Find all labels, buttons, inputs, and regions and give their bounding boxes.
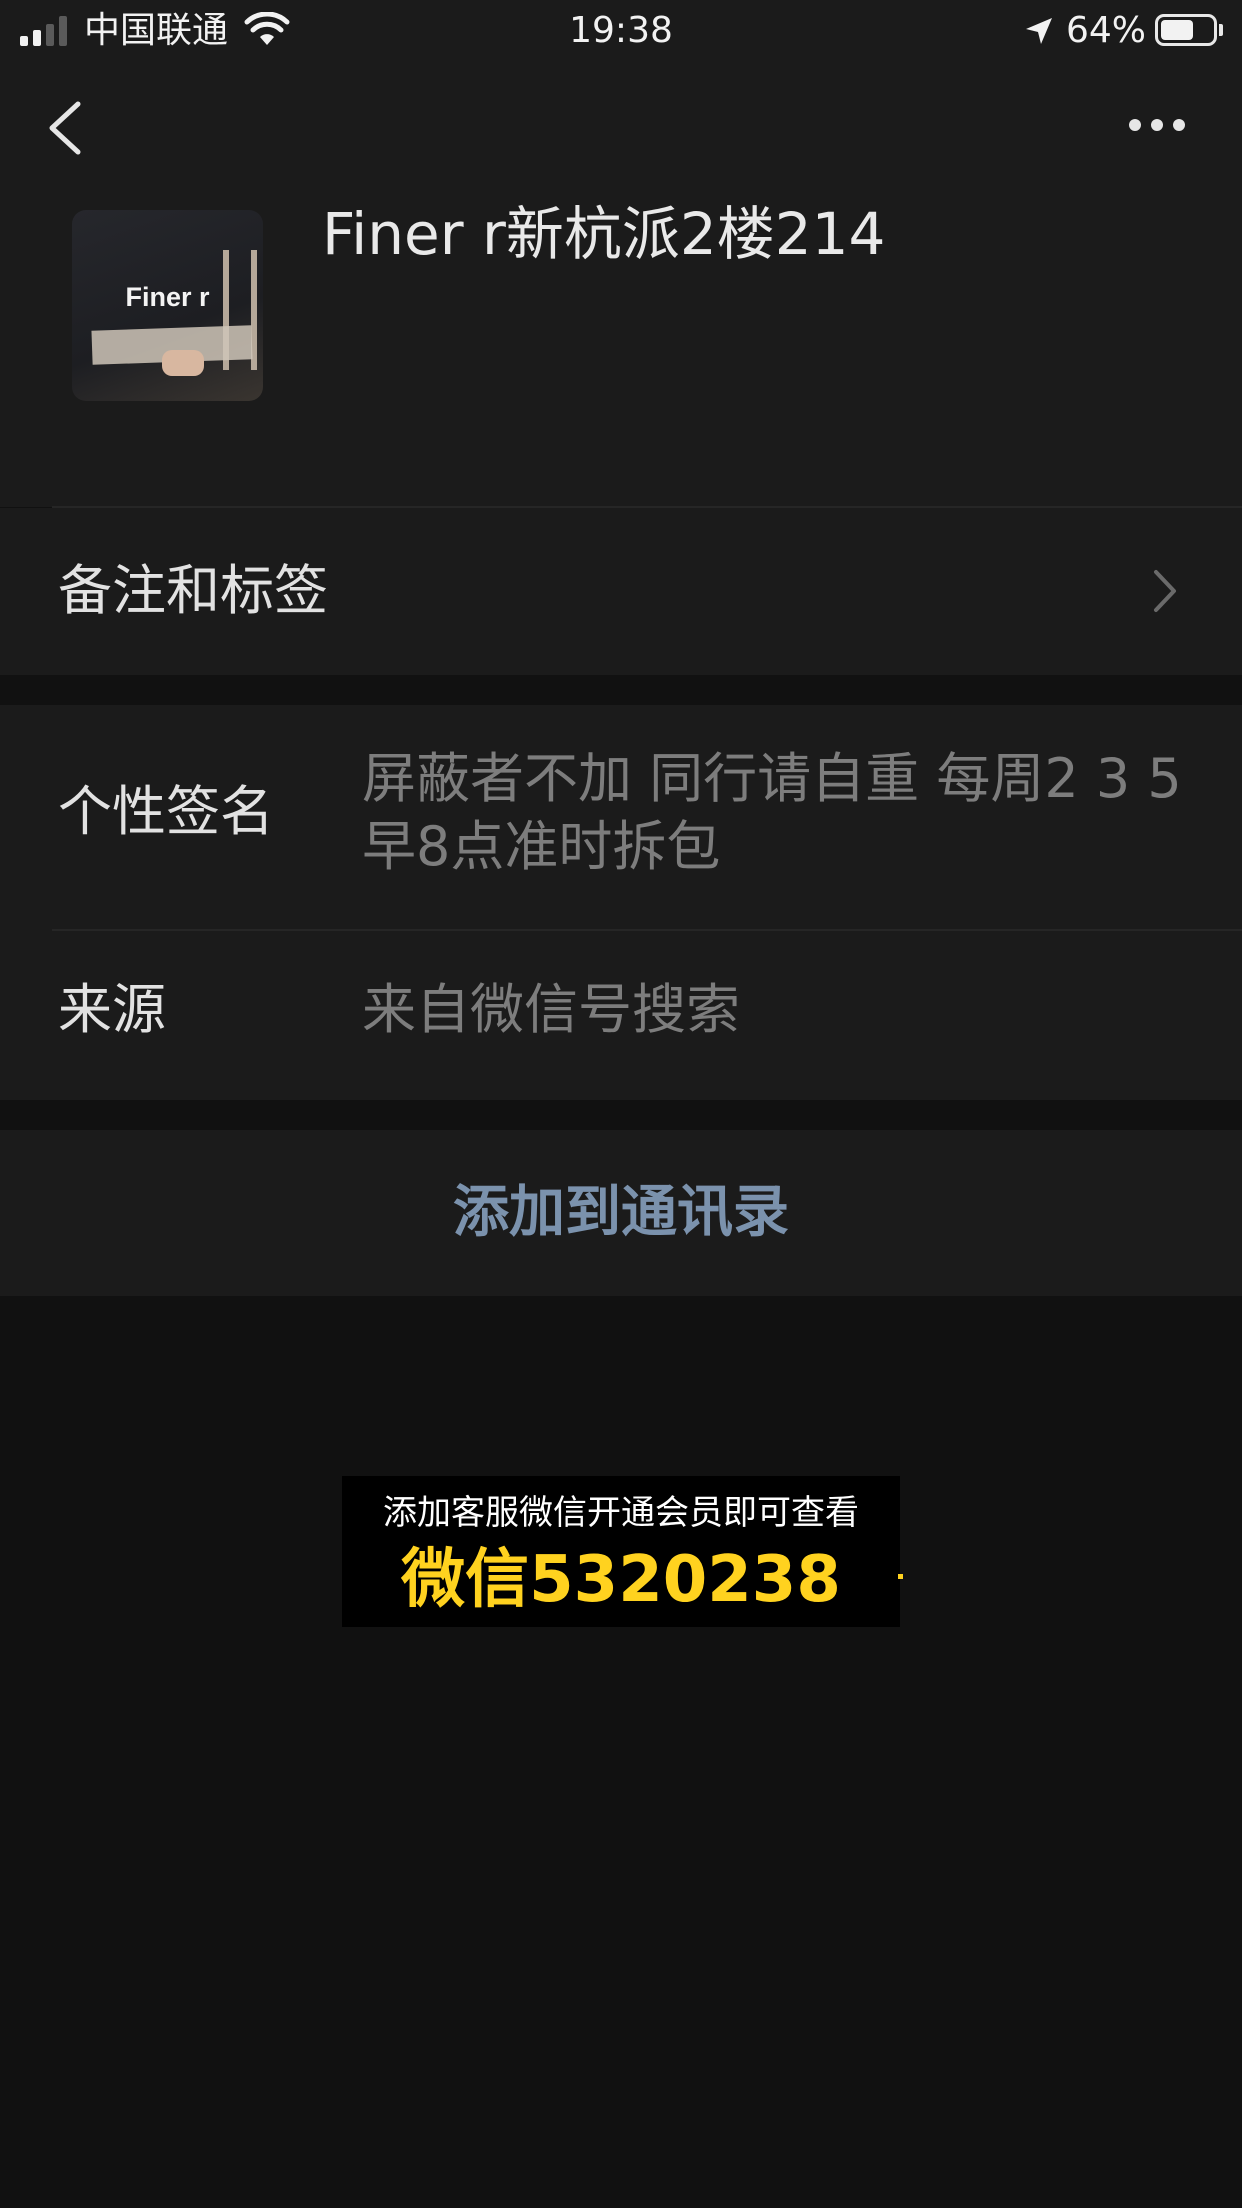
add-contact-button[interactable]: 添加到通讯录	[0, 1130, 1242, 1296]
location-arrow-icon	[1026, 18, 1052, 44]
avatar-text: Finer r	[125, 282, 210, 312]
add-contact-label: 添加到通讯录	[453, 1180, 789, 1245]
promo-overlay: 添加客服微信开通会员即可查看 微信5320238	[342, 1476, 900, 1627]
yellow-dot	[898, 1574, 903, 1579]
back-icon[interactable]	[44, 100, 84, 156]
status-time: 19:38	[569, 10, 673, 51]
more-icon[interactable]	[1128, 112, 1186, 138]
battery-icon	[1155, 14, 1217, 46]
info-section: 个性签名 屏蔽者不加 同行请自重 每周2 3 5 早8点准时拆包 来源 来自微信…	[0, 705, 1242, 1100]
battery-nub	[1219, 24, 1223, 36]
signature-label: 个性签名	[58, 780, 274, 843]
remarks-row[interactable]: 备注和标签	[0, 508, 1242, 675]
promo-line1: 添加客服微信开通会员即可查看	[383, 1493, 859, 1533]
promo-line2: 微信5320238	[401, 1543, 841, 1617]
avatar-hand	[162, 350, 204, 376]
chevron-right-icon	[1154, 570, 1176, 612]
avatar[interactable]: Finer r	[72, 210, 263, 401]
source-label: 来源	[58, 978, 166, 1041]
signature-value: 屏蔽者不加 同行请自重 每周2 3 5 早8点准时拆包	[362, 747, 1182, 878]
source-value: 来自微信号搜索	[362, 978, 740, 1041]
divider	[52, 929, 1242, 931]
battery-level	[1161, 20, 1193, 40]
display-name: Finer r新杭派2楼214	[322, 200, 886, 268]
remarks-label: 备注和标签	[58, 559, 328, 622]
battery-percent: 64%	[1066, 10, 1147, 51]
